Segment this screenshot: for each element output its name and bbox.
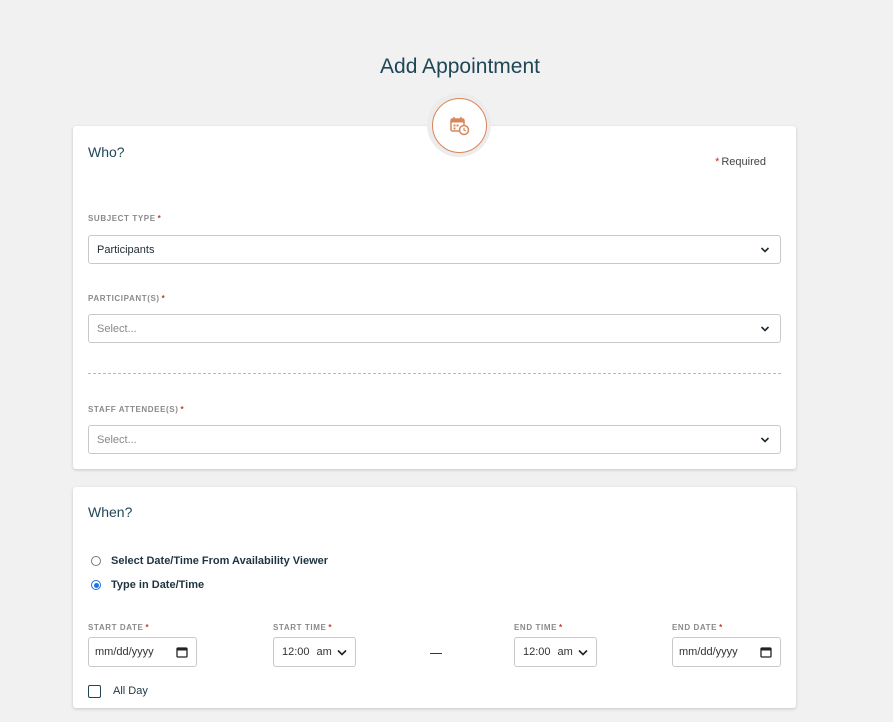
type-datetime-label: Type in Date/Time: [111, 579, 205, 591]
when-title: When?: [88, 504, 133, 520]
staff-attendees-label: STAFF ATTENDEE(S) *: [88, 405, 184, 414]
start-date-label-text: START DATE: [88, 623, 144, 632]
who-title: Who?: [88, 144, 125, 160]
start-date-value: mm/dd/yyyy: [95, 646, 154, 658]
end-time-input[interactable]: 12:00 am: [514, 637, 597, 667]
time-range-dash: [430, 653, 442, 654]
type-datetime-radio[interactable]: [91, 580, 101, 590]
end-date-input[interactable]: mm/dd/yyyy: [672, 637, 781, 667]
participants-placeholder: Select...: [97, 322, 137, 335]
subject-type-select[interactable]: Participants: [88, 235, 781, 264]
staff-attendees-select[interactable]: Select...: [88, 425, 781, 454]
end-date-label-text: END DATE: [672, 623, 718, 632]
chevron-down-icon: [760, 326, 770, 332]
participants-label: PARTICIPANT(S) *: [88, 294, 165, 303]
start-time-value: 12:00: [282, 646, 310, 658]
required-star: *: [145, 623, 150, 632]
section-divider: [88, 373, 781, 374]
start-time-label: START TIME *: [273, 623, 332, 632]
availability-viewer-radio[interactable]: [91, 556, 101, 566]
required-star: *: [157, 214, 162, 223]
end-time-label-text: END TIME: [514, 623, 558, 632]
page-title: Add Appointment: [380, 55, 540, 78]
chevron-down-icon: [578, 649, 588, 656]
when-card: When? Select Date/Time From Availability…: [73, 487, 796, 708]
all-day-checkbox[interactable]: [88, 685, 101, 698]
end-time-label: END TIME *: [514, 623, 563, 632]
required-star: *: [328, 623, 333, 632]
end-time-value: 12:00: [523, 646, 551, 658]
chevron-down-icon: [760, 437, 770, 443]
participants-select[interactable]: Select...: [88, 314, 781, 343]
subject-type-label-text: SUBJECT TYPE: [88, 214, 156, 223]
start-time-label-text: START TIME: [273, 623, 327, 632]
calendar-clock-icon: [432, 98, 487, 153]
required-note-text: Required: [721, 156, 766, 168]
calendar-icon[interactable]: [760, 646, 772, 658]
participants-label-text: PARTICIPANT(S): [88, 294, 160, 303]
start-time-ampm: am: [316, 646, 332, 658]
all-day-label: All Day: [113, 685, 148, 697]
staff-attendees-label-text: STAFF ATTENDEE(S): [88, 405, 179, 414]
staff-attendees-placeholder: Select...: [97, 433, 137, 446]
required-star: *: [715, 156, 720, 168]
availability-viewer-option[interactable]: Select Date/Time From Availability Viewe…: [91, 555, 328, 567]
subject-type-label: SUBJECT TYPE *: [88, 214, 161, 223]
required-note: * Required: [715, 156, 766, 168]
start-date-input[interactable]: mm/dd/yyyy: [88, 637, 197, 667]
required-star: *: [559, 623, 563, 632]
start-time-input[interactable]: 12:00 am: [273, 637, 356, 667]
chevron-down-icon: [337, 649, 347, 656]
required-star: *: [719, 623, 723, 632]
subject-type-value: Participants: [97, 243, 155, 256]
end-date-value: mm/dd/yyyy: [679, 646, 738, 658]
required-star: *: [161, 294, 166, 303]
end-time-ampm: am: [557, 646, 573, 658]
calendar-icon[interactable]: [176, 646, 188, 658]
start-date-label: START DATE *: [88, 623, 149, 632]
availability-viewer-label: Select Date/Time From Availability Viewe…: [111, 555, 329, 567]
type-datetime-option[interactable]: Type in Date/Time: [91, 579, 204, 591]
end-date-label: END DATE *: [672, 623, 723, 632]
who-card: Who? * Required SUBJECT TYPE * Participant…: [73, 126, 796, 469]
required-star: *: [180, 405, 185, 414]
chevron-down-icon: [760, 247, 770, 253]
